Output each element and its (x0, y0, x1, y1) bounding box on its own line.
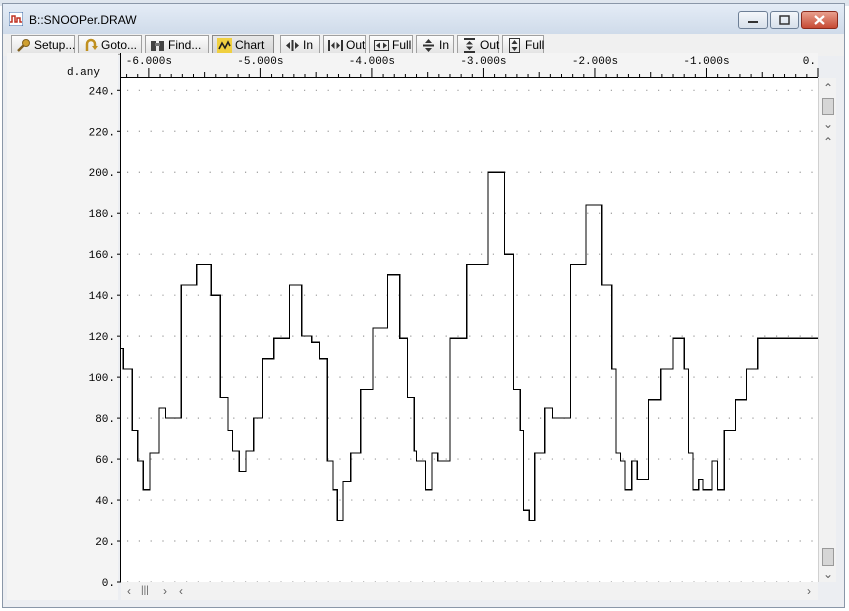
scroll-thumb[interactable] (822, 98, 834, 115)
x-tick-label: -6.000s (126, 56, 172, 68)
x-tick-label: -4.000s (349, 56, 395, 68)
y-tick-label: 180. (89, 209, 115, 221)
y-tick-label: 60. (95, 455, 115, 467)
x-tick-label: -1.000s (683, 56, 729, 68)
horizontal-scrollbar[interactable]: ‹ ||| › ‹ › (121, 582, 818, 600)
y-tick-label: 20. (95, 537, 115, 549)
y-tick-label: 100. (89, 373, 115, 385)
scroll-up-icon[interactable]: ⌃ (823, 82, 833, 94)
zoom-scroll-thumb[interactable] (822, 548, 834, 566)
scroll-right-small-icon[interactable]: › (163, 585, 167, 597)
y-tick-label: 40. (95, 496, 115, 508)
x-tick-label: -5.000s (237, 56, 283, 68)
scroll-down-icon[interactable]: ⌄ (823, 118, 833, 130)
y-tick-label: 80. (95, 414, 115, 426)
x-tick-label: -3.000s (460, 56, 506, 68)
page-down-icon[interactable]: ⌄ (823, 568, 833, 580)
y-axis-title: d.any (67, 67, 100, 79)
y-tick-label: 120. (89, 332, 115, 344)
scroll-grip-icon[interactable]: ||| (141, 585, 149, 597)
scroll-left-icon[interactable]: ‹ (127, 585, 131, 597)
y-tick-label: 160. (89, 250, 115, 262)
y-tick-label: 200. (89, 168, 115, 180)
y-tick-label: 220. (89, 127, 115, 139)
vertical-scrollbar[interactable]: ⌃ ⌄ ⌃ ⌄ (818, 78, 836, 582)
x-tick-label: 0. (803, 56, 816, 68)
page-left-icon[interactable]: ‹ (179, 585, 183, 597)
page-up-icon[interactable]: ⌃ (823, 136, 833, 148)
scroll-right-icon[interactable]: › (807, 585, 811, 597)
y-tick-label: 240. (89, 86, 115, 98)
y-tick-label: 0. (102, 578, 115, 590)
x-tick-label: -2.000s (572, 56, 618, 68)
y-tick-label: 140. (89, 291, 115, 303)
snooper-chart: d.any -6.000s -5.000s -4.000s -3.000s -2.000… (7, 53, 819, 600)
plot-area[interactable] (121, 78, 818, 582)
